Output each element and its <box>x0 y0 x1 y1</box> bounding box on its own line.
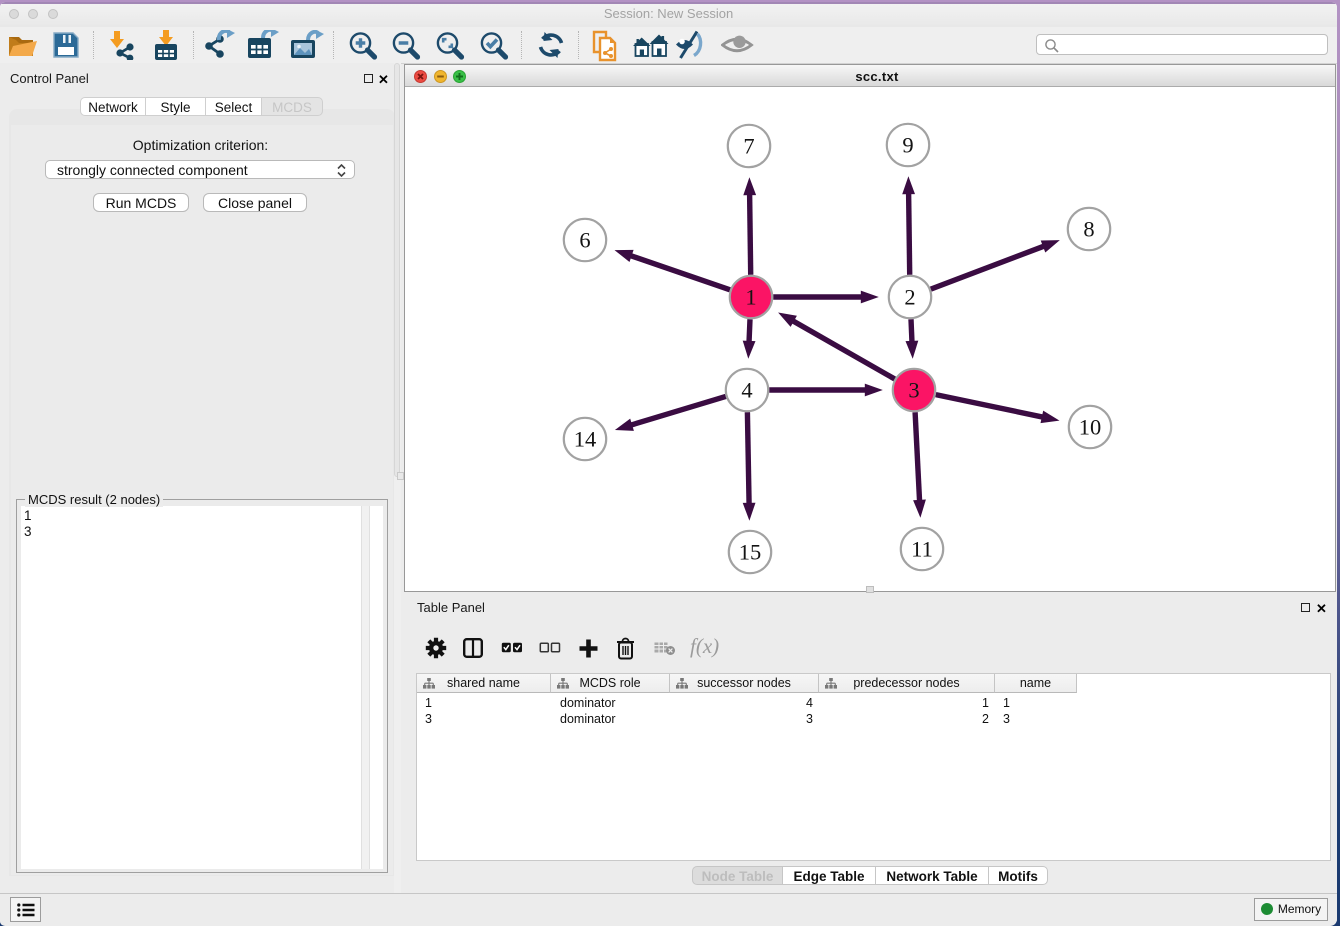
svg-text:10: 10 <box>1079 415 1102 440</box>
svg-text:15: 15 <box>739 540 762 565</box>
svg-text:4: 4 <box>741 378 752 403</box>
svg-text:1: 1 <box>745 285 756 310</box>
svg-text:6: 6 <box>579 228 590 253</box>
svg-text:3: 3 <box>908 378 919 403</box>
svg-text:14: 14 <box>574 427 597 452</box>
svg-text:7: 7 <box>743 134 754 159</box>
svg-text:2: 2 <box>904 285 915 310</box>
svg-text:9: 9 <box>902 133 913 158</box>
svg-text:11: 11 <box>911 537 933 562</box>
svg-text:8: 8 <box>1083 217 1094 242</box>
